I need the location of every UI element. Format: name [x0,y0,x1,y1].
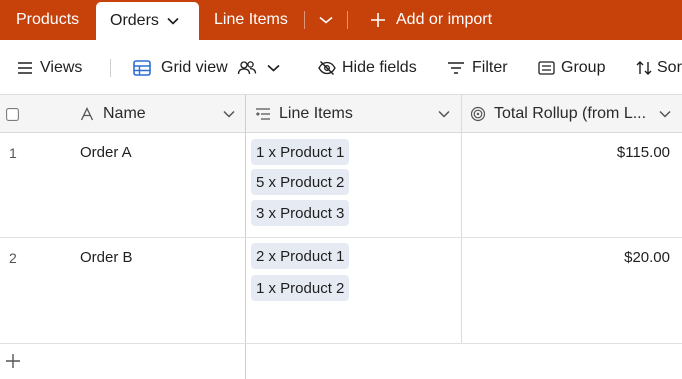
column-header-total-rollup[interactable]: Total Rollup (from L... [470,95,682,133]
add-record-button[interactable] [5,353,21,369]
grid-view-icon [133,59,151,76]
tab-orders-label: Orders [110,12,159,29]
filter-icon [448,61,465,74]
row-divider [0,237,682,238]
plus-icon [5,353,21,369]
column-total-rollup-label: Total Rollup (from L... [494,105,647,122]
toolbar-divider [110,59,111,77]
linked-record-chip[interactable]: 5 x Product 2 [251,169,350,195]
eye-off-icon [318,60,336,75]
row-number: 1 [9,145,17,161]
collaborators-icon [237,60,257,76]
add-or-import-label: Add or import [396,11,493,28]
order-name-cell[interactable]: Order B [80,249,133,266]
group-button[interactable]: Group [538,40,605,95]
chevron-down-icon[interactable] [438,110,450,118]
hide-fields-label: Hide fields [342,58,417,76]
filter-label: Filter [472,58,508,76]
column-divider [461,95,462,343]
group-label: Group [561,58,606,76]
total-rollup-cell[interactable]: $20.00 [624,249,670,266]
chevron-down-icon[interactable] [167,17,179,25]
row-number: 2 [9,250,17,266]
group-icon [538,60,555,75]
sort-label: Sor [657,58,682,76]
column-header-name[interactable]: Name [80,95,240,133]
grid-view-label: Grid view [161,58,228,76]
linked-record-chip[interactable]: 2 x Product 1 [251,243,350,269]
select-all-checkbox[interactable] [6,95,22,133]
tab-line-items-label: Line Items [214,11,288,28]
chevron-down-icon [319,16,333,24]
plus-icon [370,12,386,28]
tab-divider [304,11,305,29]
all-tables-dropdown[interactable] [319,0,333,40]
tab-products[interactable]: Products [16,0,79,40]
linked-record-icon [255,107,271,121]
tab-line-items[interactable]: Line Items [214,0,288,40]
linked-record-chip[interactable]: 1 x Product 2 [251,275,350,301]
chevron-down-icon[interactable] [659,110,671,118]
table-tab-bar: Products Orders Line Items Add or import [0,0,682,40]
linked-record-chip[interactable]: 3 x Product 3 [251,200,350,226]
linked-record-chip[interactable]: 1 x Product 1 [251,139,350,165]
hamburger-menu-icon [18,61,33,74]
view-toolbar: Views Grid view Hide fields Filter Group [0,40,682,95]
tab-orders[interactable]: Orders [96,2,199,40]
filter-button[interactable]: Filter [448,40,508,95]
total-rollup-cell[interactable]: $115.00 [617,144,670,161]
grid-view-switcher[interactable]: Grid view [133,40,280,95]
views-button[interactable]: Views [18,40,82,95]
tab-divider [347,11,348,29]
order-name-cell[interactable]: Order A [80,144,132,161]
sort-icon [636,60,652,76]
chevron-down-icon [267,64,280,72]
rollup-icon [470,106,486,122]
column-name-label: Name [103,105,146,122]
column-line-items-label: Line Items [279,105,353,122]
views-label: Views [40,58,83,76]
grid-header-row: Name Line Items Total Rollup (from L... [0,95,682,133]
text-field-icon [80,107,94,121]
row-divider [0,343,682,344]
sort-button[interactable]: Sor [636,40,682,95]
column-header-line-items[interactable]: Line Items [255,95,455,133]
chevron-down-icon[interactable] [223,110,235,118]
add-or-import-button[interactable]: Add or import [370,0,492,40]
tab-products-label: Products [16,11,80,28]
data-grid: Name Line Items Total Rollup (from L... [0,95,682,379]
hide-fields-button[interactable]: Hide fields [318,40,417,95]
